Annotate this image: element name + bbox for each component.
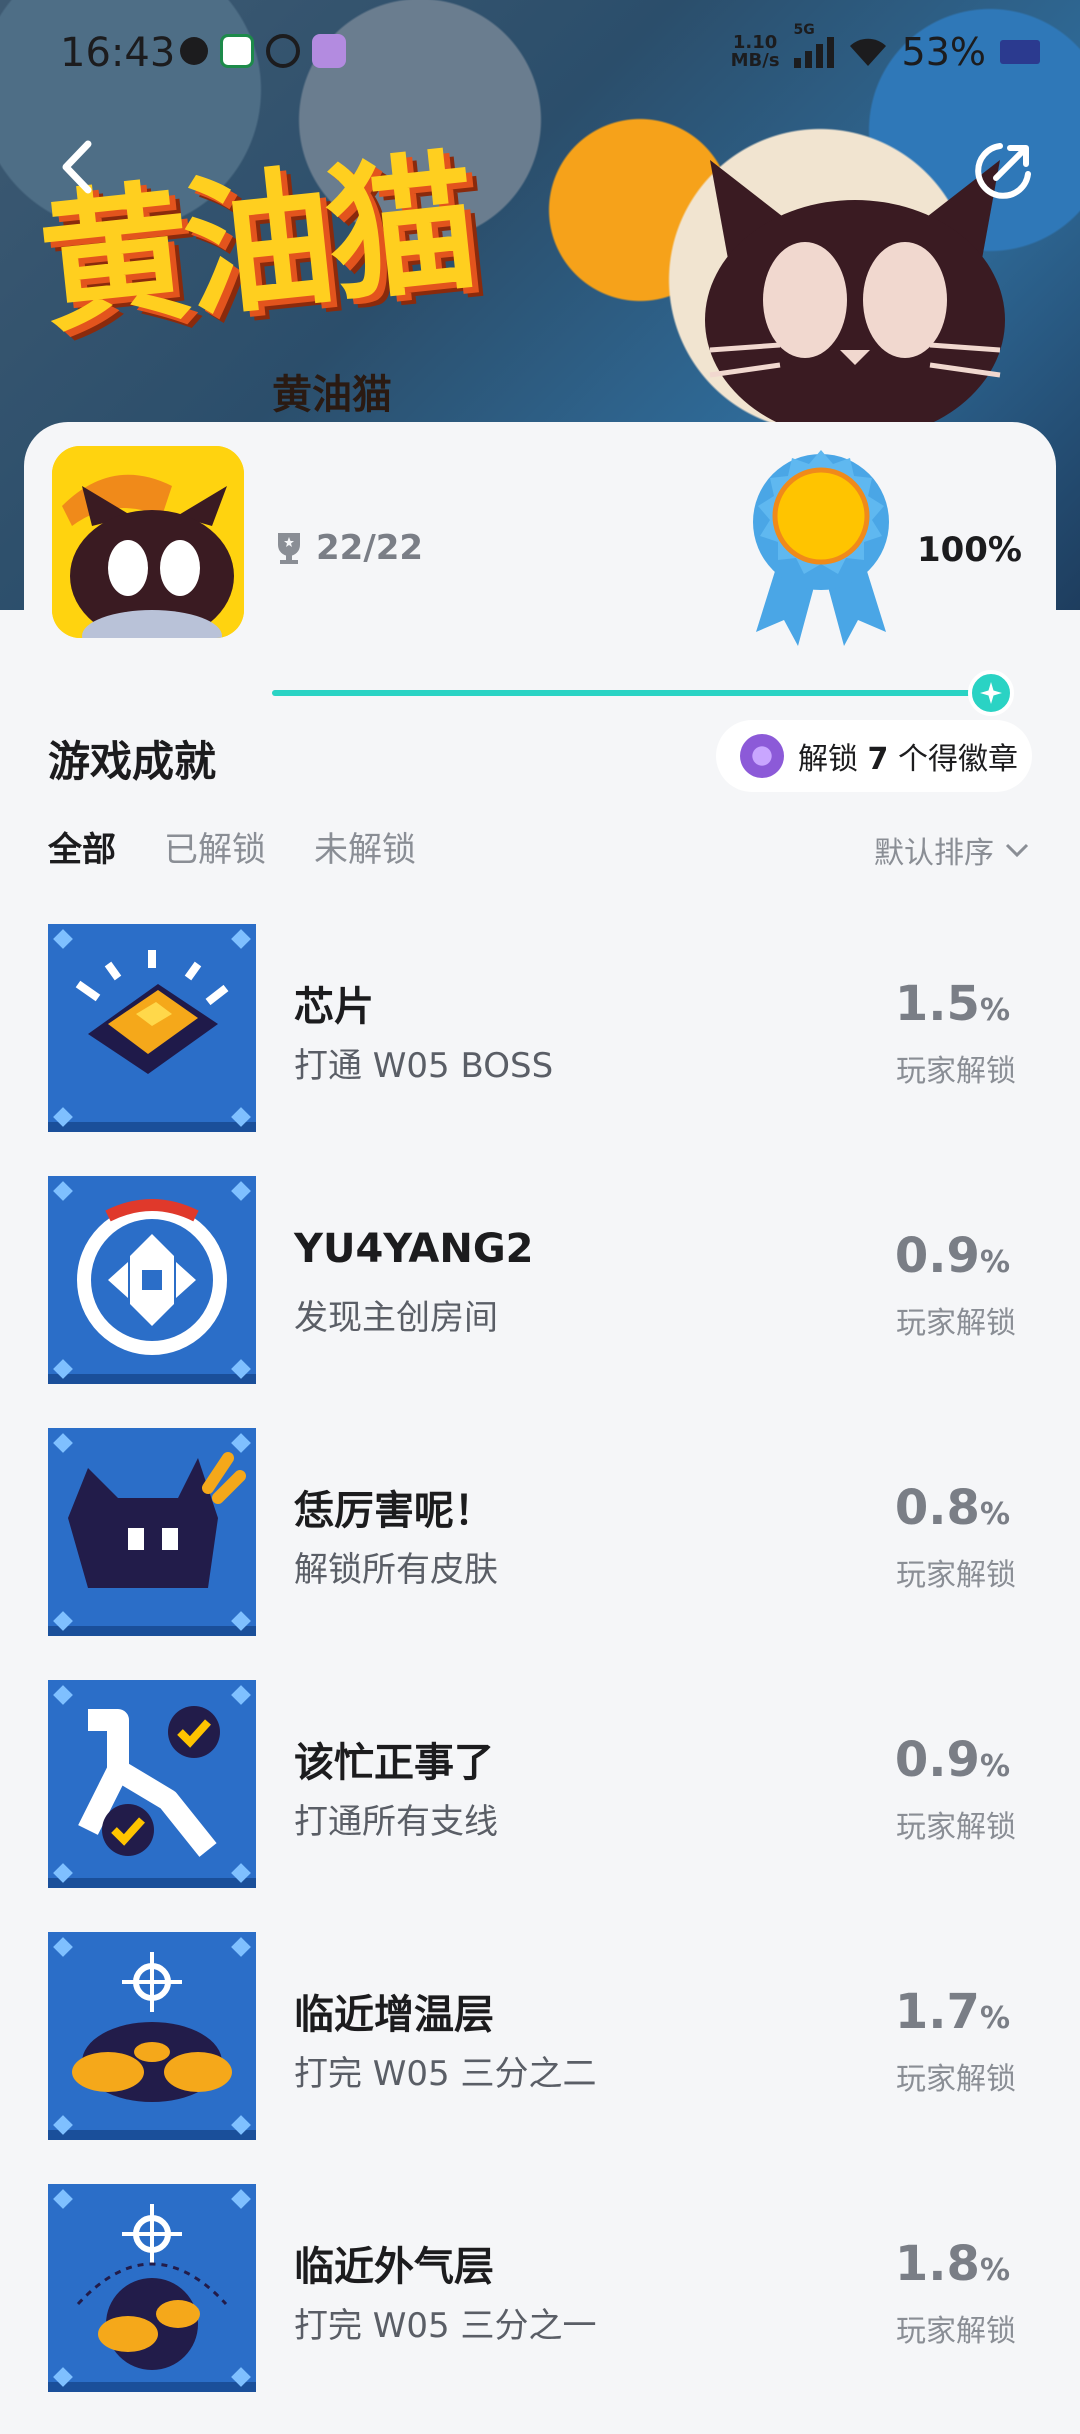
share-button[interactable] <box>970 138 1036 204</box>
game-summary-card: 22/22 100% <box>24 422 1056 660</box>
rate-value: 1.7 <box>894 1984 980 2040</box>
trophy-progress: 22/22 <box>316 528 424 568</box>
completion-progress-fill <box>272 690 992 696</box>
postal-bank-icon <box>220 34 254 68</box>
achievement-rate: 1.7% <box>895 1984 1010 2040</box>
achievement-row[interactable]: 恁厉害呢！ 解锁所有皮肤 0.8% 玩家解锁 <box>0 1426 1080 1678</box>
tiktok-icon <box>180 37 208 65</box>
tab-locked[interactable]: 未解锁 <box>314 822 416 871</box>
chevron-down-icon <box>1005 843 1029 858</box>
achievement-rate: 1.8% <box>895 2236 1010 2292</box>
achievement-desc: 打完 W05 三分之一 <box>294 2306 597 2346</box>
achievement-name: YU4YANG2 <box>294 1226 534 1272</box>
cell-signal-icon: 5G <box>793 22 834 68</box>
badge-unlock-pill[interactable]: 解锁 7 个得徽章 <box>716 720 1032 792</box>
rate-value: 1.8 <box>894 2236 980 2292</box>
achievement-desc: 打通所有支线 <box>294 1802 498 1842</box>
badge-icon <box>740 734 784 778</box>
badge-suffix: 个得徽章 <box>897 742 1018 777</box>
badge-count: 7 <box>867 742 889 777</box>
app-notification-icon <box>312 34 346 68</box>
achievement-desc: 打完 W05 三分之二 <box>294 2054 597 2094</box>
rate-value: 1.5 <box>894 976 980 1032</box>
achievement-rate: 0.9% <box>895 1228 1010 1284</box>
badge-prefix: 解锁 <box>798 742 858 777</box>
achievement-rate: 1.5% <box>895 976 1010 1032</box>
planet-target-icon <box>48 1932 256 2140</box>
battery-percent: 53% <box>901 30 986 74</box>
sort-dropdown[interactable]: 默认排序 <box>874 828 1030 872</box>
cat-icon <box>48 1428 256 1636</box>
achievement-desc: 打通 W05 BOSS <box>294 1046 554 1086</box>
rate-label: 玩家解锁 <box>896 2062 1016 2097</box>
branch-check-icon <box>48 1680 256 1888</box>
section-title: 游戏成就 <box>48 737 217 786</box>
achievement-row[interactable]: 临近外气层 打完 W05 三分之一 1.8% 玩家解锁 <box>0 2182 1080 2434</box>
achievement-list: 芯片 打通 W05 BOSS 1.5% 玩家解锁 YU4YANG2 发现主创房间… <box>0 922 1080 2434</box>
network-type: 5G <box>793 22 815 38</box>
notification-icons <box>180 34 346 68</box>
achievement-name: 恁厉害呢！ <box>294 1488 494 1534</box>
status-right: 1.10 MB/s 5G 53% <box>731 22 1040 74</box>
rate-label: 玩家解锁 <box>896 1810 1016 1845</box>
completion-progress-bar <box>272 690 992 696</box>
achievement-name: 临近增温层 <box>294 1992 494 2038</box>
planet-orbit-icon <box>48 2184 256 2392</box>
sort-label: 默认排序 <box>874 836 994 871</box>
achievement-name: 该忙正事了 <box>294 1740 494 1786</box>
completion-percent: 100% <box>916 530 1022 570</box>
wifi-icon <box>849 38 886 66</box>
rate-unit: % <box>979 1245 1010 1280</box>
filter-tabs: 全部 已解锁 未解锁 <box>48 822 416 871</box>
rate-value: 0.9 <box>894 1228 980 1284</box>
rate-unit: % <box>979 1497 1010 1532</box>
game-app-icon[interactable] <box>52 446 244 638</box>
rate-unit: % <box>979 2253 1010 2288</box>
network-speed-unit: MB/s <box>730 50 780 71</box>
achievement-row[interactable]: 该忙正事了 打通所有支线 0.9% 玩家解锁 <box>0 1678 1080 1930</box>
achievement-desc: 发现主创房间 <box>294 1298 498 1338</box>
status-bar: 16:43 1.10 MB/s 5G 53% <box>0 0 1080 110</box>
trophy-icon <box>278 533 300 564</box>
trophy-count: 22/22 <box>274 528 423 568</box>
tab-unlocked[interactable]: 已解锁 <box>164 822 266 871</box>
achievement-row[interactable]: YU4YANG2 发现主创房间 0.9% 玩家解锁 <box>0 1174 1080 1426</box>
back-button[interactable] <box>48 132 108 202</box>
cat-app-icon <box>52 446 244 638</box>
dpad-icon <box>48 1176 256 1384</box>
chip-icon <box>48 924 256 1132</box>
status-time: 16:43 <box>60 30 176 76</box>
tab-all[interactable]: 全部 <box>48 822 116 871</box>
achievement-rate: 0.8% <box>895 1480 1010 1536</box>
rate-value: 0.8 <box>894 1480 980 1536</box>
hero-game-name: 黄油猫 <box>272 372 392 418</box>
achievement-row[interactable]: 芯片 打通 W05 BOSS 1.5% 玩家解锁 <box>0 922 1080 1174</box>
rate-label: 玩家解锁 <box>896 1306 1016 1341</box>
progress-sparkle-icon <box>968 670 1014 716</box>
battery-icon <box>1000 40 1040 64</box>
network-speed: 1.10 MB/s <box>731 34 780 70</box>
rate-unit: % <box>979 993 1010 1028</box>
medal-icon <box>753 450 889 646</box>
rate-label: 玩家解锁 <box>896 2314 1016 2349</box>
achievement-name: 芯片 <box>294 984 374 1030</box>
achievement-row[interactable]: 临近增温层 打完 W05 三分之二 1.7% 玩家解锁 <box>0 1930 1080 2182</box>
badge-pill-text: 解锁 7 个得徽章 <box>798 734 1018 778</box>
achievement-rate: 0.9% <box>895 1732 1010 1788</box>
rate-value: 0.9 <box>894 1732 980 1788</box>
achievement-desc: 解锁所有皮肤 <box>294 1550 498 1590</box>
timer-icon <box>266 34 300 68</box>
rate-unit: % <box>979 1749 1010 1784</box>
achievement-name: 临近外气层 <box>294 2244 494 2290</box>
rate-label: 玩家解锁 <box>896 1054 1016 1089</box>
rate-label: 玩家解锁 <box>896 1558 1016 1593</box>
rate-unit: % <box>979 2001 1010 2036</box>
